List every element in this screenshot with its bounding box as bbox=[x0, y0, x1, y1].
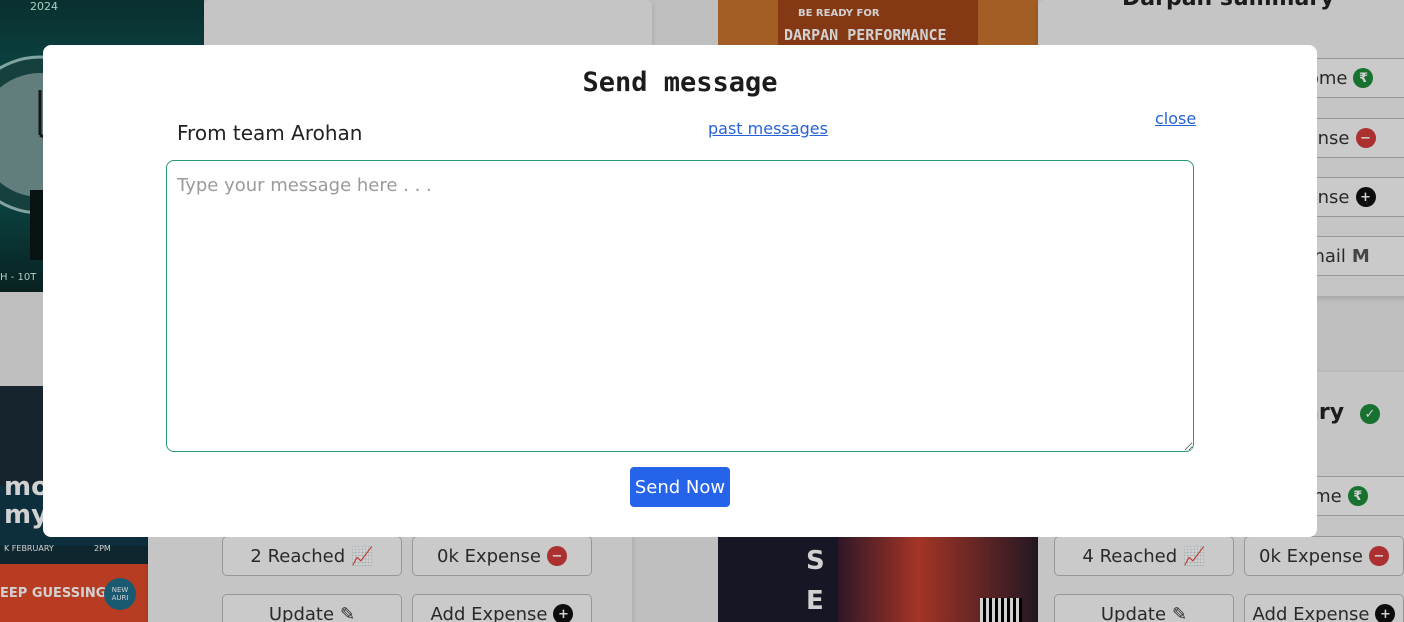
past-messages-link[interactable]: past messages bbox=[708, 119, 828, 138]
send-message-modal: Send message From team Arohan past messa… bbox=[43, 45, 1317, 537]
send-now-button[interactable]: Send Now bbox=[630, 467, 730, 507]
message-textarea[interactable] bbox=[166, 160, 1194, 452]
close-link[interactable]: close bbox=[1155, 109, 1196, 128]
from-team-label: From team Arohan bbox=[177, 121, 363, 145]
modal-title: Send message bbox=[582, 67, 778, 98]
